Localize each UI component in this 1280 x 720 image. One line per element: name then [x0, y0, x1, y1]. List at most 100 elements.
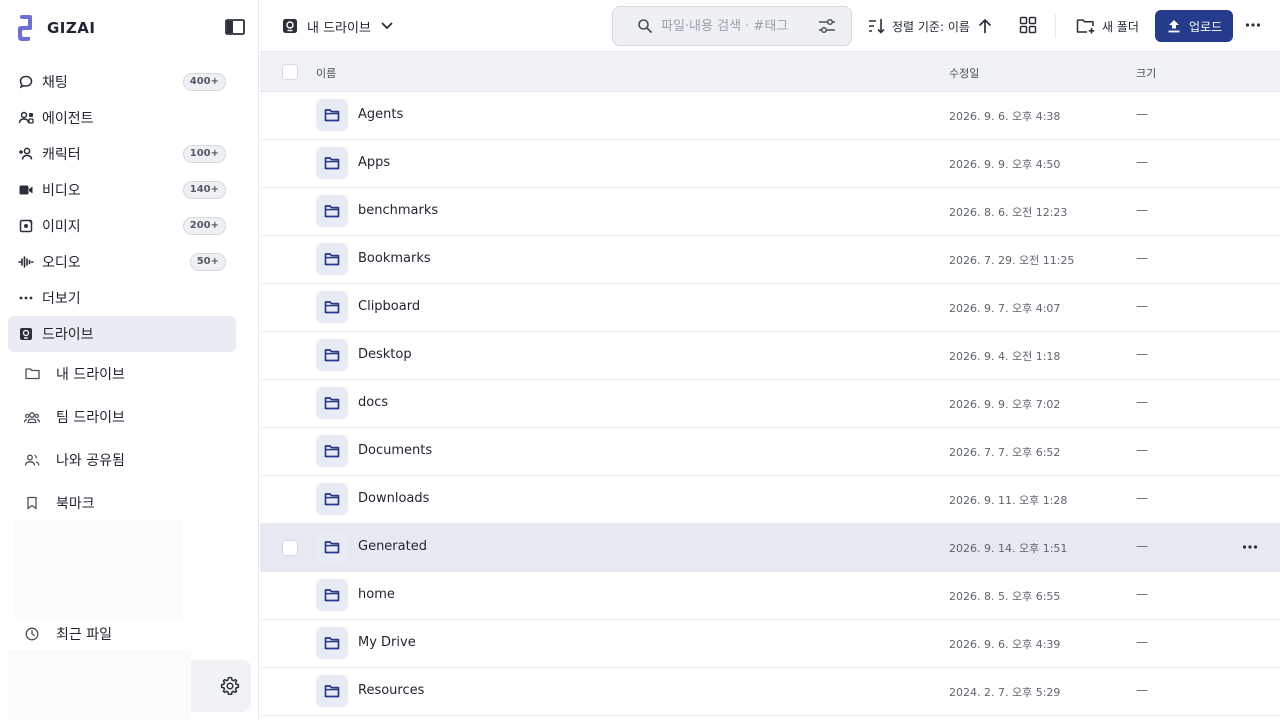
sidebar-item-team-drive[interactable]: 팀 드라이브 — [8, 395, 236, 438]
gear-icon[interactable] — [220, 676, 240, 696]
folder-thumbnail — [316, 99, 348, 131]
file-name[interactable]: Agents — [358, 107, 403, 122]
table-row[interactable]: Bookmarks 2026. 7. 29. 오전 11:25 — — [260, 236, 1280, 284]
column-header-name[interactable]: 이름 — [316, 65, 336, 81]
table-row[interactable]: Clipboard 2026. 9. 7. 오후 4:07 — — [260, 284, 1280, 332]
file-name[interactable]: Documents — [358, 443, 432, 458]
sidebar-item-image[interactable]: 이미지 200+ — [8, 208, 236, 244]
file-name[interactable]: My Drive — [358, 635, 416, 650]
clock-icon — [24, 626, 40, 642]
file-name[interactable]: benchmarks — [358, 203, 438, 218]
sidebar-item-audio[interactable]: 오디오 50+ — [8, 244, 236, 280]
sidebar-item-label: 북마크 — [56, 495, 95, 512]
sidebar-item-drive[interactable]: 드라이브 — [8, 316, 236, 352]
column-header-size[interactable]: 크기 — [1136, 65, 1156, 81]
folder-icon — [324, 397, 340, 410]
more-icon — [18, 290, 34, 306]
file-name[interactable]: home — [358, 587, 395, 602]
folder-icon — [324, 493, 340, 506]
upload-icon — [1168, 20, 1180, 33]
table-row[interactable]: Documents 2026. 7. 7. 오후 6:52 — — [260, 428, 1280, 476]
select-all-checkbox[interactable] — [282, 64, 298, 80]
sidebar-item-label: 드라이브 — [42, 327, 94, 343]
file-name[interactable]: Downloads — [358, 491, 429, 506]
file-name[interactable]: Desktop — [358, 347, 412, 362]
file-name[interactable]: Resources — [358, 683, 424, 698]
column-header-modified[interactable]: 수정일 — [949, 65, 979, 81]
sidebar-item-label: 캐릭터 — [42, 147, 81, 163]
sidebar-item-characters[interactable]: 캐릭터 100+ — [8, 136, 236, 172]
sidebar-item-recent-files[interactable]: 최근 파일 — [8, 612, 236, 655]
table-row[interactable]: Agents 2026. 9. 6. 오후 4:38 — — [260, 92, 1280, 140]
image-icon — [18, 218, 34, 234]
row-checkbox[interactable] — [282, 540, 298, 556]
search-icon — [638, 19, 652, 33]
file-modified: 2026. 9. 9. 오후 4:50 — [949, 158, 1061, 171]
new-folder-button[interactable]: 새 폴더 — [1076, 14, 1139, 38]
file-name[interactable]: Apps — [358, 155, 390, 170]
filter-icon[interactable] — [817, 17, 837, 35]
folder-icon — [324, 541, 340, 554]
brand[interactable]: GIZAI — [16, 14, 95, 42]
file-modified: 2024. 2. 7. 오후 5:29 — [949, 686, 1061, 699]
sidebar-item-chat[interactable]: 채팅 400+ — [8, 64, 236, 100]
folder-icon — [324, 349, 340, 362]
search-input[interactable] — [661, 18, 811, 34]
folder-thumbnail — [316, 195, 348, 227]
sidebar-item-label: 더보기 — [42, 291, 81, 307]
file-name[interactable]: Bookmarks — [358, 251, 431, 266]
file-size: — — [1136, 347, 1148, 361]
file-modified: 2026. 9. 7. 오후 4:07 — [949, 302, 1061, 315]
upload-label: 업로드 — [1189, 19, 1223, 34]
folder-icon — [24, 366, 40, 382]
table-row[interactable]: docs 2026. 9. 9. 오후 7:02 — — [260, 380, 1280, 428]
sidebar-item-video[interactable]: 비디오 140+ — [8, 172, 236, 208]
new-folder-icon — [1076, 19, 1095, 34]
folder-icon — [324, 109, 340, 122]
file-size: — — [1136, 299, 1148, 313]
sort-control[interactable]: 정렬 기준: 이름 — [868, 14, 992, 38]
new-folder-label: 새 폴더 — [1102, 19, 1139, 34]
file-name[interactable]: docs — [358, 395, 388, 410]
file-size: — — [1136, 203, 1148, 217]
recent-section: 최근 파일 — [8, 612, 236, 655]
folder-icon — [324, 445, 340, 458]
count-badge: 200+ — [182, 217, 226, 235]
drive-selector[interactable]: 내 드라이브 — [282, 14, 393, 38]
table-row[interactable]: Desktop 2026. 9. 4. 오전 1:18 — — [260, 332, 1280, 380]
table-row[interactable]: home 2026. 8. 5. 오후 6:55 — — [260, 572, 1280, 620]
folder-thumbnail — [316, 483, 348, 515]
table-row[interactable]: Resources 2024. 2. 7. 오후 5:29 — — [260, 668, 1280, 716]
sidebar-item-more[interactable]: 더보기 — [8, 280, 236, 316]
file-name[interactable]: Clipboard — [358, 299, 420, 314]
sidebar-item-label: 나와 공유됨 — [56, 452, 125, 469]
file-modified: 2026. 9. 4. 오전 1:18 — [949, 350, 1061, 363]
sidebar-item-agents[interactable]: 에이전트 — [8, 100, 236, 136]
sidebar-toggle-icon[interactable] — [224, 17, 246, 37]
more-options-icon[interactable] — [1245, 16, 1261, 34]
file-size: — — [1136, 443, 1148, 457]
drive-subnav: 내 드라이브 팀 드라이브 나와 공유됨 북마크 — [8, 352, 236, 524]
folder-thumbnail — [316, 579, 348, 611]
row-more-icon[interactable] — [1242, 539, 1258, 555]
table-row[interactable]: benchmarks 2026. 8. 6. 오전 12:23 — — [260, 188, 1280, 236]
table-row[interactable]: My Drive 2026. 9. 6. 오후 4:39 — — [260, 620, 1280, 668]
sidebar-item-my-drive[interactable]: 내 드라이브 — [8, 352, 236, 395]
upload-button[interactable]: 업로드 — [1155, 10, 1233, 42]
file-name[interactable]: Generated — [358, 539, 427, 554]
folder-thumbnail — [316, 675, 348, 707]
grid-view-icon[interactable] — [1019, 16, 1037, 34]
table-row[interactable]: Generated 2026. 9. 14. 오후 1:51 — — [260, 524, 1280, 572]
toolbar-divider — [1055, 14, 1056, 38]
table-row[interactable]: Apps 2026. 9. 9. 오후 4:50 — — [260, 140, 1280, 188]
sidebar-item-bookmarks[interactable]: 북마크 — [8, 481, 236, 524]
brand-logo-icon — [18, 15, 32, 41]
file-modified: 2026. 9. 14. 오후 1:51 — [949, 542, 1068, 555]
file-size: — — [1136, 107, 1148, 121]
arrow-up-icon[interactable] — [978, 18, 992, 34]
shared-icon — [24, 452, 40, 468]
sidebar-item-shared-with-me[interactable]: 나와 공유됨 — [8, 438, 236, 481]
table-row[interactable]: Downloads 2026. 9. 11. 오후 1:28 — — [260, 476, 1280, 524]
file-modified: 2026. 7. 29. 오전 11:25 — [949, 254, 1075, 267]
folder-icon — [324, 253, 340, 266]
